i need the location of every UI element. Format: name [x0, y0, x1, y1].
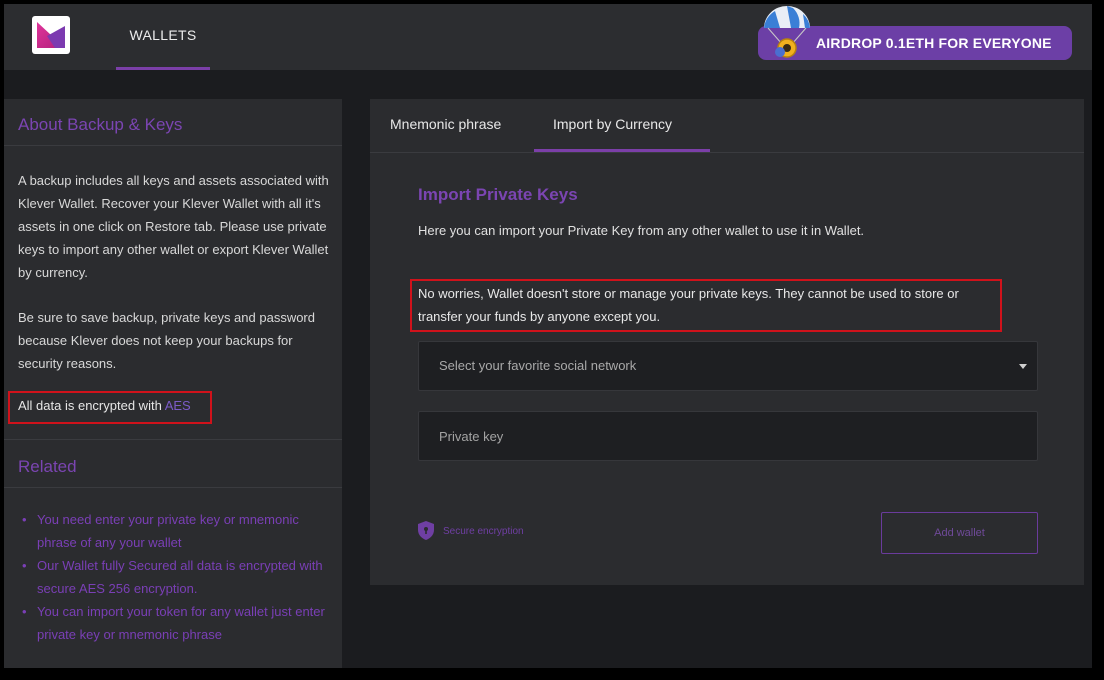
sidebar-panel: About Backup & Keys A backup includes al…	[4, 99, 342, 668]
related-link[interactable]: Our Wallet fully Secured all data is enc…	[20, 554, 330, 600]
divider	[4, 487, 342, 488]
active-tab-indicator	[116, 67, 210, 70]
tab-import-by-currency[interactable]: Import by Currency	[534, 99, 710, 152]
private-key-input[interactable]	[418, 411, 1038, 461]
nav-tab-wallets[interactable]: WALLETS	[116, 4, 210, 70]
airdrop-balloon-icon	[764, 6, 810, 58]
highlight-box	[8, 391, 212, 424]
import-title: Import Private Keys	[418, 185, 578, 204]
divider	[4, 145, 342, 146]
secure-label: Secure encryption	[443, 526, 524, 537]
tab-mnemonic-phrase[interactable]: Mnemonic phrase	[370, 99, 534, 152]
about-paragraph: A backup includes all keys and assets as…	[18, 173, 329, 280]
tab-label: Mnemonic phrase	[390, 116, 502, 132]
select-value: Select your favorite social network	[439, 358, 637, 373]
shield-icon	[418, 521, 434, 540]
chevron-down-icon	[1019, 364, 1027, 369]
top-bar: WALLETS AIRDROP 0.1ETH FOR EVERYONE	[4, 4, 1092, 70]
related-link[interactable]: You need enter your private key or mnemo…	[20, 508, 330, 554]
nav-tab-label: WALLETS	[129, 27, 197, 43]
highlight-box	[410, 279, 1002, 332]
related-link[interactable]: You can import your token for any wallet…	[20, 600, 330, 646]
social-network-select[interactable]: Select your favorite social network	[418, 341, 1038, 391]
airdrop-label: AIRDROP 0.1ETH FOR EVERYONE	[816, 35, 1052, 51]
app-window: WALLETS AIRDROP 0.1ETH FOR EVERYONE Abou…	[4, 4, 1092, 668]
about-title: About Backup & Keys	[18, 115, 183, 134]
divider	[370, 152, 1084, 153]
tab-label: Import by Currency	[553, 116, 673, 132]
backup-note: Be sure to save backup, private keys and…	[18, 310, 315, 371]
klever-logo-icon[interactable]	[32, 16, 70, 54]
divider	[4, 439, 342, 440]
related-title: Related	[18, 457, 77, 476]
related-list: You need enter your private key or mnemo…	[20, 508, 330, 646]
import-panel: Mnemonic phrase Import by Currency Impor…	[370, 99, 1084, 585]
add-wallet-button[interactable]: Add wallet	[881, 512, 1038, 554]
import-description: Here you can import your Private Key fro…	[418, 223, 865, 238]
